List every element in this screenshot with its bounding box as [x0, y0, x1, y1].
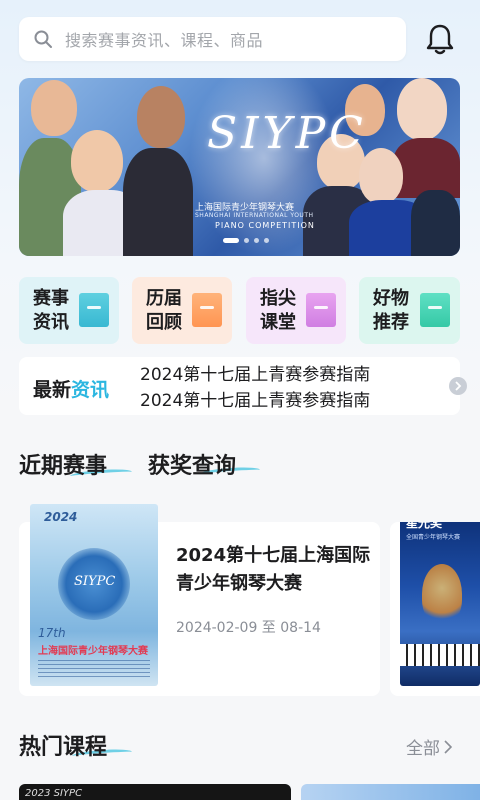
- banner-en-subtitle: PIANO COMPETITION: [215, 221, 315, 230]
- view-all-link[interactable]: 全部: [406, 734, 452, 759]
- quick-entry-classroom[interactable]: 指尖课堂: [246, 277, 346, 344]
- bag-icon: [420, 293, 450, 327]
- notebook-icon: [306, 293, 336, 327]
- event-card[interactable]: 2024 SIYPC 17th 上海国际青少年钢琴大赛 2024第十七届上海国际…: [19, 504, 380, 696]
- banner-person: [31, 80, 77, 136]
- carousel-dot: [264, 238, 269, 243]
- bell-icon[interactable]: [424, 22, 456, 56]
- banner-person: [397, 78, 447, 140]
- banner-person: [393, 138, 460, 198]
- quick-entry-shop[interactable]: 好物推荐: [359, 277, 460, 344]
- poster-title: 上海国际青少年钢琴大赛: [38, 646, 148, 657]
- event-poster: 2024 SIYPC 17th 上海国际青少年钢琴大赛: [30, 504, 158, 686]
- course-card[interactable]: 2023 SIYPC: [19, 784, 291, 800]
- poster-year: 2024: [44, 510, 78, 524]
- banner-en-title: SHANGHAI INTERNATIONAL YOUTH: [195, 212, 314, 219]
- view-all-label: 全部: [406, 739, 440, 759]
- search-input[interactable]: 搜索赛事资讯、课程、商品: [65, 27, 263, 51]
- tab-recent-events[interactable]: 近期赛事: [19, 448, 107, 480]
- news-tag-prefix: 最新: [33, 379, 72, 401]
- poster-edition: 17th: [38, 626, 66, 640]
- banner-person: [411, 190, 460, 256]
- chevron-right-icon: [444, 739, 452, 754]
- event-date: 2024-02-09 至 08-14: [176, 620, 321, 636]
- news-tag: 最新资讯: [33, 375, 109, 402]
- quick-entry-label: 赛事资讯: [33, 288, 69, 333]
- carousel-dot: [254, 238, 259, 243]
- banner-logo: SIYPC: [207, 108, 367, 159]
- quick-entry-news[interactable]: 赛事资讯: [19, 277, 119, 344]
- search-bar[interactable]: 搜索赛事资讯、课程、商品: [19, 17, 406, 61]
- chevron-right-icon[interactable]: [449, 377, 467, 395]
- news-ticker[interactable]: 最新资讯 2024第十七届上青赛参赛指南 2024第十七届上青赛参赛指南: [19, 357, 467, 415]
- news-item[interactable]: 2024第十七届上青赛参赛指南: [140, 360, 370, 385]
- poster-figure: [422, 564, 462, 624]
- section-title-hot-courses: 热门课程: [19, 735, 108, 760]
- event-poster: 星光奖 全国青少年钢琴大赛: [400, 522, 480, 686]
- promo-banner[interactable]: SIYPC 上海国际青少年钢琴大赛 SHANGHAI INTERNATIONAL…: [19, 78, 460, 256]
- course-card[interactable]: [301, 784, 480, 800]
- quick-entry-label: 历届回顾: [146, 288, 182, 333]
- document-icon: [79, 293, 109, 327]
- poster-subtitle: 全国青少年钢琴大赛: [406, 534, 461, 541]
- quick-entry-review[interactable]: 历届回顾: [132, 277, 232, 344]
- poster-brand: 星光奖: [406, 522, 443, 530]
- search-icon: [34, 30, 52, 48]
- quick-entry-label: 指尖课堂: [260, 288, 296, 333]
- banner-person: [71, 130, 123, 192]
- carousel-dot: [244, 238, 249, 243]
- poster-text-lines: [38, 660, 150, 680]
- tab-award-query[interactable]: 获奖查询: [148, 448, 236, 480]
- book-icon: [192, 293, 222, 327]
- news-tag-accent: 资讯: [71, 379, 110, 401]
- course-label: 2023 SIYPC: [25, 788, 83, 799]
- banner-person: [123, 148, 193, 256]
- poster-logo-text: SIYPC: [74, 574, 116, 589]
- banner-person: [137, 86, 185, 148]
- carousel-indicator: [223, 238, 269, 243]
- carousel-dot-active: [223, 238, 239, 243]
- event-title: 2024第十七届上海国际青少年钢琴大赛: [176, 545, 371, 594]
- news-item[interactable]: 2024第十七届上青赛参赛指南: [140, 386, 370, 411]
- piano-keys-graphic: [400, 644, 480, 666]
- quick-entry-label: 好物推荐: [373, 288, 409, 333]
- event-card[interactable]: 星光奖 全国青少年钢琴大赛: [390, 522, 480, 696]
